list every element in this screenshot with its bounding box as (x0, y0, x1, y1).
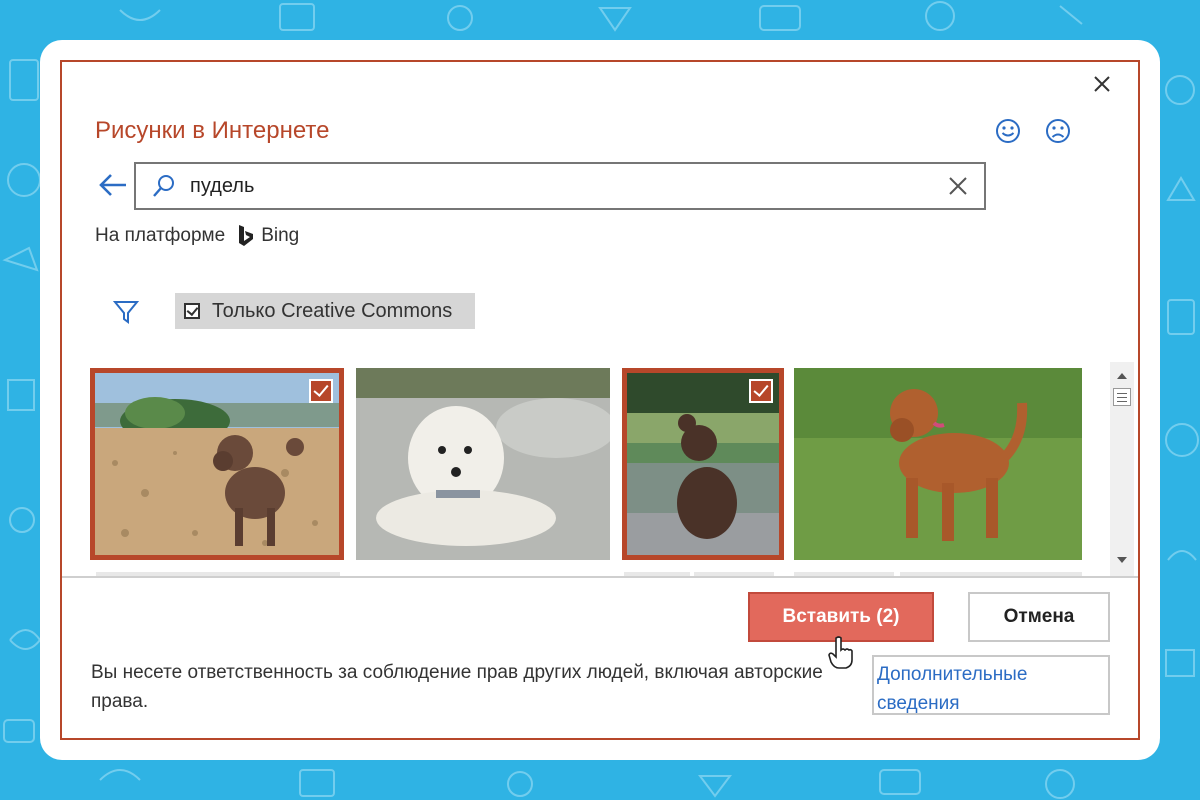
checkbox-checked-icon (184, 303, 200, 319)
powered-by-label: На платформе (95, 225, 226, 246)
image-results-grid (90, 362, 1090, 576)
creative-commons-label: Только Creative Commons (212, 299, 453, 322)
search-icon (153, 175, 174, 197)
close-icon[interactable] (1090, 72, 1114, 96)
scroll-thumb[interactable] (1113, 388, 1131, 406)
selected-check-icon (749, 379, 773, 403)
results-scrollbar[interactable] (1110, 362, 1134, 576)
scroll-up-icon[interactable] (1110, 368, 1134, 384)
image-result-3[interactable] (622, 368, 784, 560)
poodle-grass-image (794, 368, 1082, 560)
insert-button[interactable]: Вставить (2) (748, 592, 934, 642)
image-result-2[interactable] (356, 368, 610, 560)
poodle-white-image (356, 368, 610, 560)
creative-commons-checkbox[interactable]: Только Creative Commons (175, 293, 475, 329)
bing-logo-icon (239, 225, 254, 246)
hand-cursor-icon (828, 636, 853, 669)
smile-icon[interactable] (994, 117, 1022, 145)
search-input[interactable]: пудель (134, 162, 986, 210)
dialog-title: Рисунки в Интернете (95, 117, 330, 144)
bing-name: Bing (261, 225, 300, 246)
copyright-disclaimer: Вы несете ответственность за соблюдение … (91, 662, 823, 712)
back-arrow-icon[interactable] (98, 172, 128, 198)
image-result-4[interactable] (794, 368, 1082, 560)
divider (62, 576, 1138, 578)
search-query: пудель (190, 175, 255, 197)
selected-check-icon (309, 379, 333, 403)
close-icon[interactable] (948, 176, 968, 196)
poodle-beach-image (95, 373, 339, 555)
cancel-button[interactable]: Отмена (968, 592, 1110, 642)
online-pictures-dialog: Рисунки в Интернете пудель На платформе … (60, 60, 1140, 740)
image-result-1[interactable] (90, 368, 344, 560)
scroll-down-icon[interactable] (1110, 552, 1134, 568)
funnel-icon[interactable] (112, 298, 140, 326)
more-info-link[interactable]: Дополнительные сведения (872, 655, 1110, 715)
powered-by: На платформе Bing (95, 222, 299, 250)
frown-icon[interactable] (1044, 117, 1072, 145)
